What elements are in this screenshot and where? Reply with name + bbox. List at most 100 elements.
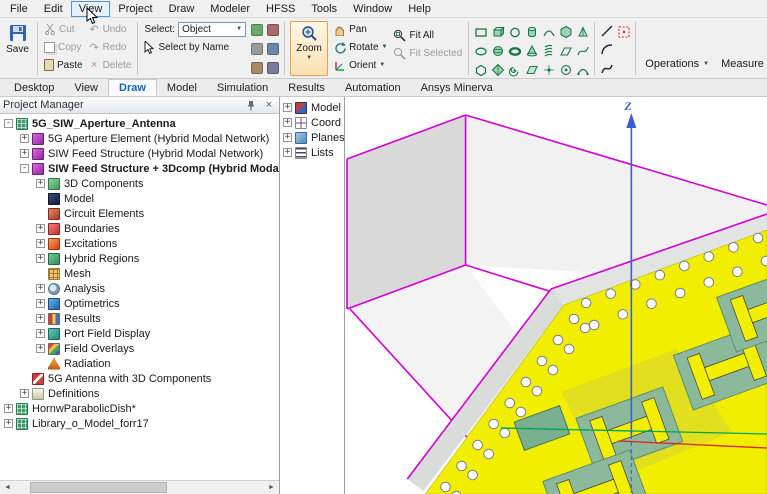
expand-icon[interactable]: + xyxy=(36,329,45,338)
draw-equation-curve-button[interactable] xyxy=(574,41,591,60)
zoom-button[interactable]: Zoom ▼ xyxy=(290,21,328,76)
tree-item[interactable]: +Excitations xyxy=(0,236,279,251)
draw-sphere-button[interactable] xyxy=(489,41,506,60)
viewport-3d[interactable]: Z xyxy=(345,97,767,494)
modeler-tree-item[interactable]: +Planes xyxy=(280,130,344,145)
tab-model[interactable]: Model xyxy=(157,79,207,96)
draw-bondwire-button[interactable] xyxy=(574,60,591,79)
expand-icon[interactable]: + xyxy=(36,224,45,233)
collapse-icon[interactable]: - xyxy=(4,119,13,128)
draw-udm-button[interactable] xyxy=(557,60,574,79)
tree-item[interactable]: -SIW Feed Structure + 3Dcomp (Hybrid Mod… xyxy=(0,161,279,176)
menu-tools[interactable]: Tools xyxy=(303,1,345,17)
tree-item[interactable]: +HornwParabolicDish* xyxy=(0,401,279,416)
tab-results[interactable]: Results xyxy=(278,79,335,96)
tree-item[interactable]: -5G_SIW_Aperture_Antenna xyxy=(0,116,279,131)
tab-ansys-minerva[interactable]: Ansys Minerva xyxy=(411,79,503,96)
draw-hexahedron-button[interactable] xyxy=(557,22,574,41)
tree-item[interactable]: +Definitions xyxy=(0,386,279,401)
redo-button[interactable]: ↷ Redo xyxy=(86,38,135,56)
tree-item[interactable]: Circuit Elements xyxy=(0,206,279,221)
tree-item[interactable]: +3D Components xyxy=(0,176,279,191)
rotate-dropdown[interactable]: Rotate ▼ xyxy=(330,38,390,56)
collapse-icon[interactable]: - xyxy=(20,164,29,173)
draw-point-button[interactable] xyxy=(540,60,557,79)
tree-item[interactable]: +Library_o_Model_forr17 xyxy=(0,416,279,431)
expand-icon[interactable]: + xyxy=(283,148,292,157)
draw-cylinder-button[interactable] xyxy=(523,22,540,41)
draw-ellipse-button[interactable] xyxy=(472,41,489,60)
expand-icon[interactable]: + xyxy=(283,118,292,127)
select-type-dropdown[interactable]: Object ▼ xyxy=(178,22,246,37)
menu-project[interactable]: Project xyxy=(110,1,160,17)
measure-dropdown[interactable]: Measure ▼ xyxy=(715,56,767,72)
pan-button[interactable]: Pan xyxy=(330,20,390,38)
tree-item[interactable]: +Results xyxy=(0,311,279,326)
tree-item[interactable]: 5G Antenna with 3D Components xyxy=(0,371,279,386)
viewport-canvas[interactable]: Z xyxy=(345,97,767,494)
tree-item[interactable]: Radiation xyxy=(0,356,279,371)
tree-item[interactable]: +Optimetrics xyxy=(0,296,279,311)
menu-view[interactable]: View xyxy=(71,1,111,17)
create-region-button[interactable] xyxy=(615,22,632,41)
menu-draw[interactable]: Draw xyxy=(161,1,203,17)
draw-rectangle-button[interactable] xyxy=(472,22,489,41)
save-button[interactable]: Save xyxy=(1,20,34,77)
expand-icon[interactable]: + xyxy=(36,314,45,323)
tree-item[interactable]: +Port Field Display xyxy=(0,326,279,341)
menu-modeler[interactable]: Modeler xyxy=(202,1,258,17)
select-by-name-button[interactable]: Select by Name xyxy=(141,38,249,56)
menu-edit[interactable]: Edit xyxy=(36,1,71,17)
expand-icon[interactable]: + xyxy=(20,134,29,143)
fit-all-button[interactable]: Fit All xyxy=(390,26,465,44)
draw-box-button[interactable] xyxy=(489,22,506,41)
tab-view[interactable]: View xyxy=(64,79,108,96)
tree-item[interactable]: +5G Aperture Element (Hybrid Modal Netwo… xyxy=(0,131,279,146)
tree-item[interactable]: +SIW Feed Structure (Hybrid Modal Networ… xyxy=(0,146,279,161)
scrollbar-thumb[interactable] xyxy=(30,482,167,493)
draw-arc-3pt-button[interactable] xyxy=(598,40,615,58)
close-panel-button[interactable]: × xyxy=(262,98,276,112)
expand-icon[interactable]: + xyxy=(4,419,13,428)
draw-polygon-button[interactable] xyxy=(472,60,489,79)
draw-line-button[interactable] xyxy=(598,22,615,40)
expand-icon[interactable]: + xyxy=(36,239,45,248)
scrollbar-track[interactable] xyxy=(15,481,264,494)
offset-tool-icon[interactable] xyxy=(267,62,279,74)
pin-button[interactable] xyxy=(244,98,258,112)
duplicate-tool-icon[interactable] xyxy=(251,62,263,74)
tree-item[interactable]: Mesh xyxy=(0,266,279,281)
tab-automation[interactable]: Automation xyxy=(335,79,411,96)
tab-draw[interactable]: Draw xyxy=(108,79,157,96)
tree-item[interactable]: +Field Overlays xyxy=(0,341,279,356)
orient-dropdown[interactable]: Orient ▼ xyxy=(330,56,390,74)
draw-sheet-button[interactable] xyxy=(523,60,540,79)
paste-button[interactable]: Paste xyxy=(41,56,86,74)
operations-dropdown[interactable]: Operations ▼ xyxy=(639,56,715,72)
menu-help[interactable]: Help xyxy=(400,1,439,17)
scroll-left-icon[interactable]: ◄ xyxy=(0,481,15,494)
tab-desktop[interactable]: Desktop xyxy=(4,79,64,96)
cut-button[interactable]: Cut xyxy=(41,20,86,38)
draw-torus-button[interactable] xyxy=(506,41,523,60)
draw-spline-button[interactable] xyxy=(598,59,615,77)
expand-icon[interactable]: + xyxy=(20,149,29,158)
scroll-right-icon[interactable]: ► xyxy=(264,481,279,494)
copy-button[interactable]: Copy xyxy=(41,38,86,56)
draw-arc-button[interactable] xyxy=(540,22,557,41)
draw-circle-button[interactable] xyxy=(506,22,523,41)
draw-plane-button[interactable] xyxy=(557,41,574,60)
menu-hfss[interactable]: HFSS xyxy=(258,1,303,17)
expand-icon[interactable]: + xyxy=(20,389,29,398)
expand-icon[interactable]: + xyxy=(4,404,13,413)
mirror-tool-icon[interactable] xyxy=(251,43,263,55)
draw-helix-button[interactable] xyxy=(540,41,557,60)
draw-polyhedron-button[interactable] xyxy=(489,60,506,79)
expand-icon[interactable]: + xyxy=(283,133,292,142)
expand-icon[interactable]: + xyxy=(283,103,292,112)
delete-button[interactable]: × Delete xyxy=(86,56,135,74)
expand-icon[interactable]: + xyxy=(36,179,45,188)
draw-prism-button[interactable] xyxy=(574,22,591,41)
move-tool-icon[interactable] xyxy=(251,24,263,36)
project-tree-hscrollbar[interactable]: ◄ ► xyxy=(0,480,279,494)
